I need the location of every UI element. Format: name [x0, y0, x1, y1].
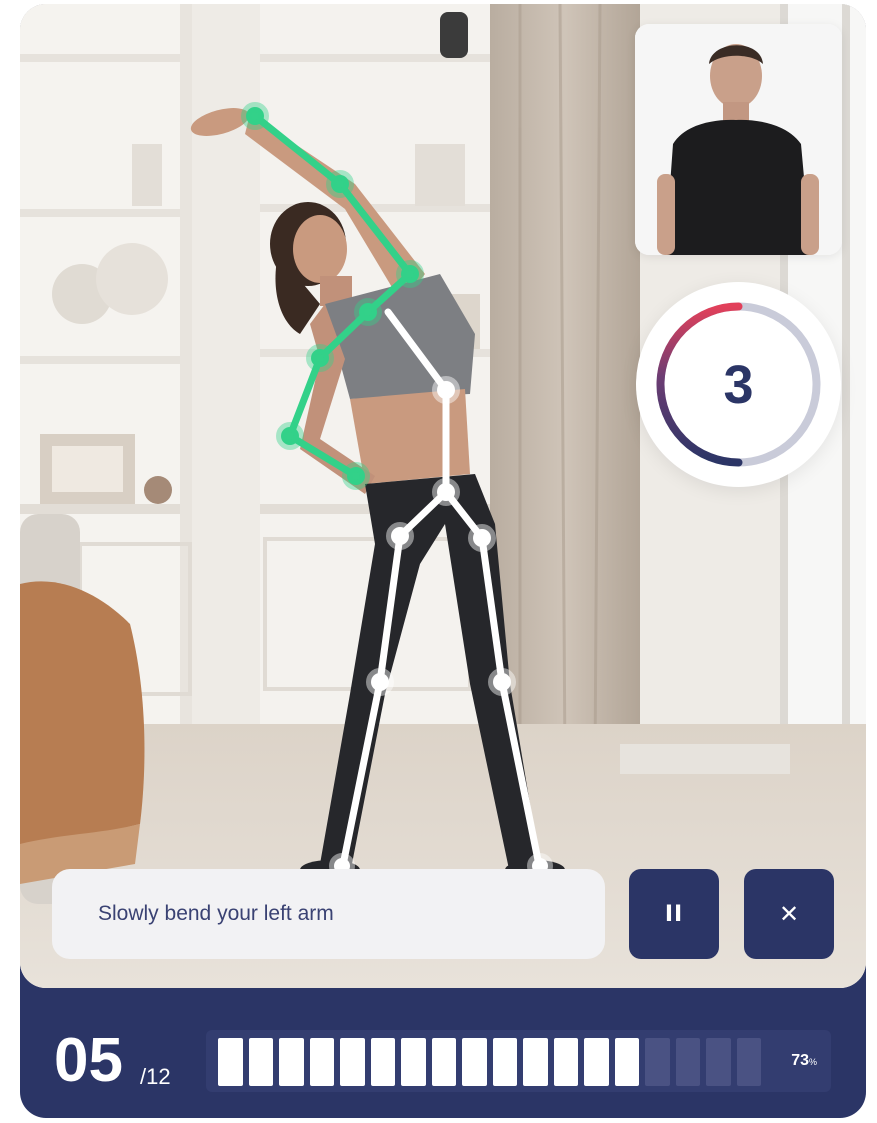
workout-card: 3 Slowly bend your left arm II ✕ 05 /12 … [20, 4, 866, 1118]
progress-footer: 05 /12 73% [20, 988, 866, 1118]
progress-segments [218, 1038, 761, 1086]
instruction-text: Slowly bend your left arm [98, 902, 334, 925]
progress-segment-empty [736, 1038, 761, 1086]
progress-percent-unit: % [808, 1057, 817, 1067]
progress-segment-filled [553, 1038, 578, 1086]
progress-segment-filled [614, 1038, 639, 1086]
progress-segment-filled [584, 1038, 609, 1086]
pause-button[interactable]: II [629, 869, 719, 959]
progress-bar: 73% [206, 1030, 831, 1092]
progress-percent-value: 73 [791, 1052, 809, 1069]
countdown-timer: 3 [636, 282, 841, 487]
progress-segment-empty [706, 1038, 731, 1086]
close-icon: ✕ [778, 900, 800, 928]
instruction-banner: Slowly bend your left arm [52, 869, 605, 959]
progress-segment-filled [492, 1038, 517, 1086]
trainer-preview[interactable] [635, 24, 842, 255]
countdown-value: 3 [723, 354, 754, 415]
progress-segment-filled [279, 1038, 304, 1086]
progress-percent: 73% [791, 1052, 817, 1070]
progress-segment-filled [218, 1038, 243, 1086]
progress-segment-filled [462, 1038, 487, 1086]
progress-segment-filled [401, 1038, 426, 1086]
progress-segment-filled [309, 1038, 334, 1086]
progress-segment-filled [248, 1038, 273, 1086]
progress-segment-empty [645, 1038, 670, 1086]
progress-segment-filled [340, 1038, 365, 1086]
progress-segment-filled [370, 1038, 395, 1086]
trainer-avatar [635, 24, 842, 255]
progress-segment-filled [431, 1038, 456, 1086]
progress-segment-empty [675, 1038, 700, 1086]
close-button[interactable]: ✕ [744, 869, 834, 959]
progress-segment-filled [523, 1038, 548, 1086]
rep-total: /12 [140, 1064, 171, 1089]
rep-current: 05 [54, 1026, 123, 1095]
pause-icon: II [664, 901, 684, 927]
camera-view: 3 Slowly bend your left arm II ✕ [20, 4, 866, 988]
